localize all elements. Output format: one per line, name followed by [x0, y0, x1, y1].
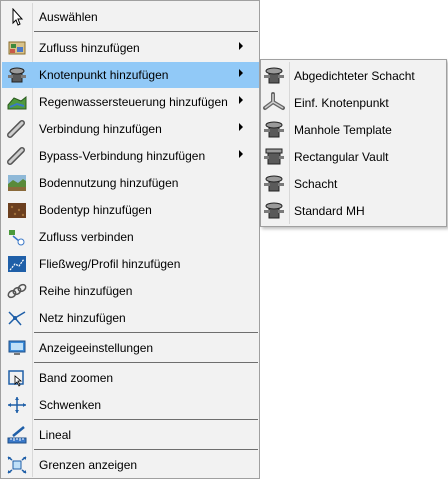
ruler-icon — [7, 426, 27, 444]
bypass-pipe-icon — [7, 147, 25, 165]
zoom-extents-icon — [7, 456, 27, 474]
context-menu: Auswählen Zufluss hinzufügen Knotenpunkt… — [0, 0, 260, 479]
menu-item-band-zoomen[interactable]: Band zoomen — [2, 365, 259, 391]
menu-item-bodentyp-hinzufuegen[interactable]: Bodentyp hinzufügen — [2, 197, 259, 223]
rectangular-vault-icon — [264, 148, 284, 165]
submenu-item-schacht[interactable]: Schacht — [262, 170, 446, 196]
pan-icon — [8, 397, 26, 413]
submenu-item-label: Schacht — [294, 177, 338, 191]
submenu-arrow-icon — [239, 42, 243, 50]
menu-item-label: Bodennutzung hinzufügen — [39, 176, 179, 190]
menu-item-netz-hinzufuegen[interactable]: Netz hinzufügen — [2, 305, 259, 331]
pipe-link-icon — [7, 120, 25, 138]
menu-item-label: Auswählen — [39, 10, 98, 24]
menu-item-label: Grenzen anzeigen — [39, 458, 138, 472]
menu-item-bodennutzung-hinzufuegen[interactable]: Bodennutzung hinzufügen — [2, 170, 259, 196]
menu-item-label: Reihe hinzufügen — [39, 284, 133, 298]
menu-item-regenwassersteuerung-hinzufuegen[interactable]: Regenwassersteuerung hinzufügen — [2, 89, 259, 115]
display-settings-icon — [8, 340, 26, 355]
inflow-icon — [8, 41, 26, 55]
menu-item-label: Netz hinzufügen — [39, 311, 126, 325]
menu-item-label: Lineal — [39, 428, 72, 442]
menu-separator — [34, 31, 258, 32]
soil-type-icon — [8, 203, 26, 218]
menu-item-label: Band zoomen — [39, 371, 114, 385]
menu-item-label: Schwenken — [39, 398, 102, 412]
menu-item-label: Bodentyp hinzufügen — [39, 203, 152, 217]
menu-item-bypass-verbindung-hinzufuegen[interactable]: Bypass-Verbindung hinzufügen — [2, 143, 259, 169]
menu-item-zufluss-verbinden[interactable]: Zufluss verbinden — [2, 224, 259, 250]
knotenpunkt-submenu: Abgedichteter Schacht Einf. Knotenpunkt … — [260, 59, 447, 227]
manhole-node-icon — [8, 67, 26, 83]
menu-item-knotenpunkt-hinzufuegen[interactable]: Knotenpunkt hinzufügen — [2, 62, 259, 88]
menu-item-fliessweg-profil-hinzufuegen[interactable]: Fließweg/Profil hinzufügen — [2, 251, 259, 277]
menu-item-schwenken[interactable]: Schwenken — [2, 392, 259, 418]
submenu-item-label: Einf. Knotenpunkt — [294, 96, 389, 110]
submenu-arrow-icon — [239, 123, 243, 131]
menu-item-anzeigeeinstellungen[interactable]: Anzeigeeinstellungen — [2, 335, 259, 361]
menu-item-label: Zufluss verbinden — [39, 230, 134, 244]
stormwater-control-icon — [7, 95, 27, 110]
menu-separator — [34, 449, 258, 450]
menu-item-label: Regenwassersteuerung hinzufügen — [39, 95, 228, 109]
menu-item-label: Fließweg/Profil hinzufügen — [39, 257, 181, 271]
submenu-item-label: Abgedichteter Schacht — [294, 69, 415, 83]
pointer-arrow-icon — [12, 8, 24, 26]
flow-path-icon — [8, 256, 26, 272]
menu-item-label: Zufluss hinzufügen — [39, 41, 140, 55]
submenu-item-standard-mh[interactable]: Standard MH — [262, 197, 446, 223]
menu-item-lineal[interactable]: Lineal — [2, 422, 259, 448]
connect-inflow-icon — [9, 230, 25, 246]
land-use-icon — [8, 175, 26, 191]
menu-item-zufluss-hinzufuegen[interactable]: Zufluss hinzufügen — [2, 35, 259, 61]
network-icon — [8, 311, 26, 326]
submenu-item-abgedichteter-schacht[interactable]: Abgedichteter Schacht — [262, 62, 446, 88]
menu-item-reihe-hinzufuegen[interactable]: Reihe hinzufügen — [2, 278, 259, 304]
submenu-arrow-icon — [239, 150, 243, 158]
submenu-item-label: Standard MH — [294, 204, 365, 218]
submenu-item-rectangular-vault[interactable]: Rectangular Vault — [262, 143, 446, 169]
standard-mh-icon — [264, 202, 284, 219]
submenu-item-manhole-template[interactable]: Manhole Template — [262, 116, 446, 142]
submenu-item-label: Manhole Template — [294, 123, 392, 137]
menu-item-grenzen-anzeigen[interactable]: Grenzen anzeigen — [2, 452, 259, 478]
menu-item-label: Bypass-Verbindung hinzufügen — [39, 149, 206, 163]
chain-row-icon — [7, 283, 27, 299]
menu-separator — [34, 362, 258, 363]
simple-junction-icon — [263, 92, 285, 110]
menu-item-label: Anzeigeeinstellungen — [39, 341, 154, 355]
manhole-icon — [264, 175, 284, 192]
manhole-template-icon — [264, 121, 284, 138]
menu-item-verbindung-hinzufuegen[interactable]: Verbindung hinzufügen — [2, 116, 259, 142]
submenu-arrow-icon — [239, 69, 243, 77]
menu-separator — [34, 332, 258, 333]
menu-separator — [34, 419, 258, 420]
zoom-window-icon — [8, 370, 24, 387]
submenu-arrow-icon — [239, 96, 243, 104]
menu-item-auswaehlen[interactable]: Auswählen — [2, 4, 259, 30]
sealed-manhole-icon — [264, 67, 284, 84]
submenu-item-einf-knotenpunkt[interactable]: Einf. Knotenpunkt — [262, 89, 446, 115]
submenu-item-label: Rectangular Vault — [294, 150, 389, 164]
menu-item-label: Knotenpunkt hinzufügen — [39, 68, 169, 82]
menu-item-label: Verbindung hinzufügen — [39, 122, 162, 136]
